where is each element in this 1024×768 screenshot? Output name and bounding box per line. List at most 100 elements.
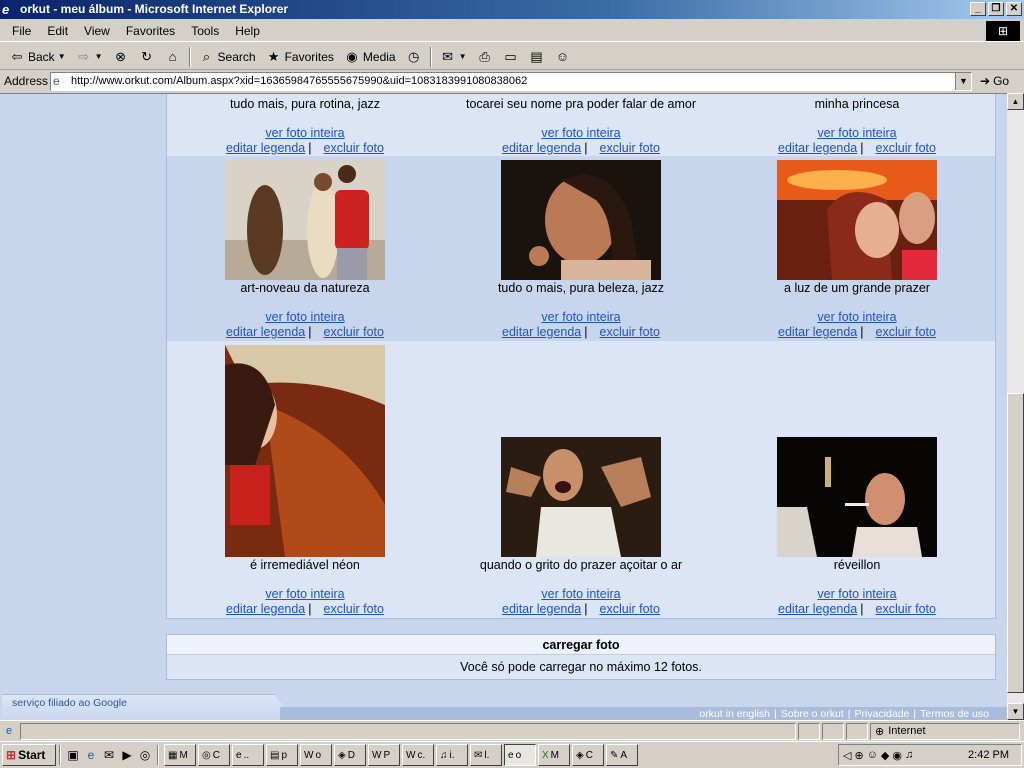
scroll-thumb[interactable] [1007,393,1024,693]
outlook-icon[interactable]: ✉ [100,746,118,764]
start-button[interactable]: ⊞ Start [2,744,56,766]
footer-link-terms[interactable]: Termos de uso [920,708,989,720]
view-photo-link[interactable]: ver foto inteira [541,587,620,601]
favorites-button[interactable]: ★ Favorites [261,46,339,68]
app-tray-icon[interactable]: ◉ [892,749,902,762]
stop-button[interactable]: ⊗ [108,46,134,68]
footer-link-about[interactable]: Sobre o orkut [781,708,844,720]
refresh-button[interactable]: ↻ [134,46,160,68]
search-button[interactable]: ⌕ Search [194,46,261,68]
delete-photo-link[interactable]: excluir foto [324,602,384,616]
taskbar-button[interactable]: ◈ D [334,744,366,766]
close-button[interactable]: ✕ [1006,2,1022,16]
minimize-button[interactable]: _ [970,2,986,16]
edit-button[interactable]: ▭ [498,46,524,68]
view-photo-link[interactable]: ver foto inteira [265,587,344,601]
delete-photo-link[interactable]: excluir foto [600,325,660,339]
view-photo-link[interactable]: ver foto inteira [817,310,896,324]
view-photo-link[interactable]: ver foto inteira [817,126,896,140]
media-player-icon[interactable]: ▶ [118,746,136,764]
show-desktop-icon[interactable]: ▣ [64,746,82,764]
view-photo-link[interactable]: ver foto inteira [265,310,344,324]
edit-caption-link[interactable]: editar legenda [502,141,581,155]
chevron-down-icon[interactable]: ▼ [955,72,971,90]
photo-thumbnail[interactable] [501,437,661,557]
taskbar-button[interactable]: ✎ A [606,744,638,766]
delete-photo-link[interactable]: excluir foto [600,141,660,155]
edit-caption-link[interactable]: editar legenda [778,141,857,155]
edit-caption-link[interactable]: editar legenda [226,141,305,155]
messenger-button[interactable]: ☺ [550,46,576,68]
print-button[interactable]: ⎙ [472,46,498,68]
forward-button[interactable]: ⇨ ▼ [71,46,108,68]
edit-caption-link[interactable]: editar legenda [778,602,857,616]
status-segment [822,722,844,740]
globe-icon: ⊕ [875,725,885,738]
app-icon[interactable]: ◎ [136,746,154,764]
address-field[interactable]: e ▼ [50,71,972,91]
scroll-up-button[interactable]: ▲ [1007,93,1024,110]
ie-quicklaunch-icon[interactable]: e [82,746,100,764]
history-button[interactable]: ◷ [401,46,427,68]
edit-caption-link[interactable]: editar legenda [502,325,581,339]
scroll-down-button[interactable]: ▼ [1007,703,1024,720]
menu-file[interactable]: File [4,24,39,38]
delete-photo-link[interactable]: excluir foto [876,141,936,155]
taskbar-button[interactable]: ◎ C [198,744,230,766]
edit-caption-link[interactable]: editar legenda [226,602,305,616]
footer-link-english[interactable]: orkut in english [699,708,770,720]
music-tray-icon[interactable]: ♫ [905,749,913,761]
photo-thumbnail[interactable] [777,160,937,280]
photo-thumbnail[interactable] [501,160,661,280]
menu-tools[interactable]: Tools [183,24,227,38]
delete-photo-link[interactable]: excluir foto [324,141,384,155]
delete-photo-link[interactable]: excluir foto [876,325,936,339]
taskbar-button[interactable]: Wc. [402,744,434,766]
delete-photo-link[interactable]: excluir foto [876,602,936,616]
taskbar-button[interactable]: ▤ p [266,744,298,766]
taskbar-button[interactable]: ♫ i. [436,744,468,766]
taskbar-button-active[interactable]: eo [504,744,536,766]
menu-view[interactable]: View [76,24,118,38]
edit-caption-link[interactable]: editar legenda [226,325,305,339]
discuss-button[interactable]: ▤ [524,46,550,68]
taskbar-button[interactable]: WP [368,744,400,766]
back-button[interactable]: ⇦ Back ▼ [4,46,71,68]
stop-icon: ⊗ [115,48,126,64]
chevron-down-icon[interactable]: ▼ [459,52,467,61]
network-icon[interactable]: ⊕ [854,749,863,762]
photo-thumbnail[interactable] [777,437,937,557]
edit-caption-link[interactable]: editar legenda [502,602,581,616]
photo-thumbnail[interactable] [225,345,385,557]
home-button[interactable]: ⌂ [160,46,186,68]
vertical-scrollbar[interactable]: ▲ ▼ [1007,93,1024,720]
taskbar-button[interactable]: Wo [300,744,332,766]
edit-caption-link[interactable]: editar legenda [778,325,857,339]
chevron-down-icon[interactable]: ▼ [95,52,103,61]
go-button[interactable]: ➔ Go [972,74,1009,88]
footer-link-privacy[interactable]: Privacidade [855,708,910,720]
view-photo-link[interactable]: ver foto inteira [265,126,344,140]
volume-icon[interactable]: ◁ [843,749,851,762]
taskbar-button[interactable]: ✉ l. [470,744,502,766]
taskbar-button[interactable]: XM [538,744,570,766]
delete-photo-link[interactable]: excluir foto [600,602,660,616]
media-button[interactable]: ◉ Media [339,46,401,68]
maximize-button[interactable]: ❐ [988,2,1004,16]
mail-button[interactable]: ✉ ▼ [435,46,472,68]
menu-edit[interactable]: Edit [39,24,76,38]
view-photo-link[interactable]: ver foto inteira [541,310,620,324]
security-icon[interactable]: ◆ [881,749,889,762]
taskbar-button[interactable]: ▦ M [164,744,196,766]
chevron-down-icon[interactable]: ▼ [58,52,66,61]
view-photo-link[interactable]: ver foto inteira [817,587,896,601]
address-input[interactable] [71,72,951,90]
taskbar-button[interactable]: e.. [232,744,264,766]
photo-thumbnail[interactable] [225,160,385,280]
menu-favorites[interactable]: Favorites [118,24,183,38]
messenger-icon[interactable]: ☺ [867,749,878,761]
delete-photo-link[interactable]: excluir foto [324,325,384,339]
taskbar-button[interactable]: ◈ C [572,744,604,766]
view-photo-link[interactable]: ver foto inteira [541,126,620,140]
menu-help[interactable]: Help [227,24,268,38]
